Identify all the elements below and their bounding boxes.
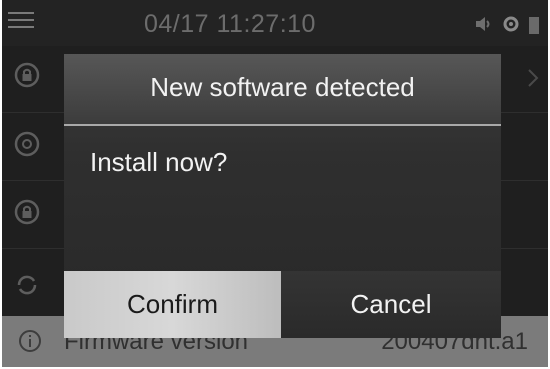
info-icon: [19, 330, 41, 352]
menu-icon[interactable]: [8, 12, 34, 34]
cancel-button[interactable]: Cancel: [281, 271, 501, 338]
at-icon: [14, 131, 40, 157]
chevron-right-icon: [528, 69, 539, 87]
status-bar: 04/17 11:27:10: [2, 0, 548, 46]
confirm-button[interactable]: Confirm: [64, 271, 281, 338]
refresh-icon: [17, 275, 37, 295]
volume-icon: [476, 17, 490, 31]
dialog-title: New software detected: [150, 72, 415, 102]
device-frame: 04/17 11:27:10 Firmware version 200407dn…: [0, 0, 550, 369]
status-icons: [474, 13, 544, 35]
lock-icon: [14, 199, 40, 225]
dialog-divider: [64, 124, 501, 126]
lock-icon: [14, 62, 40, 88]
device-screen: 04/17 11:27:10 Firmware version 200407dn…: [2, 0, 548, 367]
dialog-buttons: Confirm Cancel: [64, 271, 501, 338]
status-datetime: 04/17 11:27:10: [144, 10, 316, 38]
dialog-message: Install now?: [90, 147, 228, 177]
update-dialog: New software detected Install now? Confi…: [64, 54, 501, 338]
dialog-header: New software detected: [64, 54, 501, 124]
settings-icon: [503, 16, 519, 32]
battery-icon: [529, 17, 539, 34]
